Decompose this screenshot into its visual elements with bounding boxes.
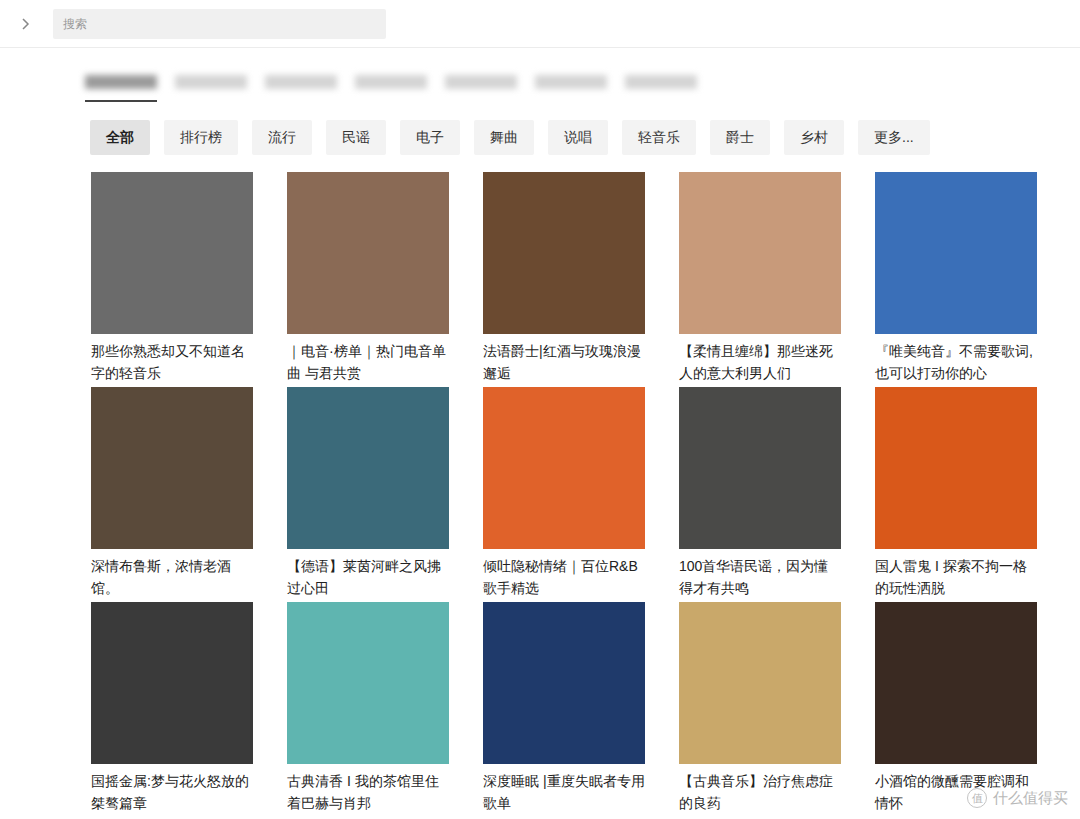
playlist-title[interactable]: 深情布鲁斯，浓情老酒馆。 xyxy=(91,555,253,599)
playlist-title[interactable]: 深度睡眠 |重度失眠者专用歌单 xyxy=(483,770,645,814)
playlist-title[interactable]: 『唯美纯音』不需要歌词,也可以打动你的心 xyxy=(875,340,1037,384)
category-pill[interactable]: 乡村 xyxy=(784,120,844,155)
playlist-cover[interactable] xyxy=(875,172,1037,334)
chevron-right-icon[interactable] xyxy=(20,17,32,31)
category-pill[interactable]: 说唱 xyxy=(548,120,608,155)
playlist-card[interactable]: 国摇金属:梦与花火怒放的桀骜篇章 xyxy=(91,602,253,814)
category-pill[interactable]: 爵士 xyxy=(710,120,770,155)
category-pill[interactable]: 更多... xyxy=(858,120,930,155)
playlist-title[interactable]: 古典清香 I 我的茶馆里住着巴赫与肖邦 xyxy=(287,770,449,814)
playlist-card[interactable]: ｜电音·榜单｜热门电音单曲 与君共赏 xyxy=(287,172,449,384)
playlist-cover[interactable] xyxy=(287,387,449,549)
playlist-card[interactable]: 100首华语民谣，因为懂得才有共鸣 xyxy=(679,387,841,599)
playlist-cover[interactable] xyxy=(287,172,449,334)
playlist-cover[interactable] xyxy=(91,602,253,764)
playlist-card[interactable]: 【德语】莱茵河畔之风拂过心田 xyxy=(287,387,449,599)
watermark-badge: 值 xyxy=(967,788,987,808)
tab[interactable] xyxy=(85,70,157,102)
tab[interactable] xyxy=(355,70,427,102)
category-pill[interactable]: 全部 xyxy=(90,120,150,155)
playlist-cover[interactable] xyxy=(875,387,1037,549)
playlist-card[interactable]: 古典清香 I 我的茶馆里住着巴赫与肖邦 xyxy=(287,602,449,814)
category-pill[interactable]: 轻音乐 xyxy=(622,120,696,155)
playlist-card[interactable]: 法语爵士|红酒与玫瑰浪漫邂逅 xyxy=(483,172,645,384)
playlist-card[interactable]: 【古典音乐】治疗焦虑症的良药 xyxy=(679,602,841,814)
top-bar: 搜索 xyxy=(0,0,1080,48)
playlist-title[interactable]: 法语爵士|红酒与玫瑰浪漫邂逅 xyxy=(483,340,645,384)
playlist-title[interactable]: 倾吐隐秘情绪｜百位R&B歌手精选 xyxy=(483,555,645,599)
playlist-title[interactable]: 国摇金属:梦与花火怒放的桀骜篇章 xyxy=(91,770,253,814)
watermark: 值什么值得买 xyxy=(967,787,1068,810)
playlist-cover[interactable] xyxy=(483,387,645,549)
playlist-card[interactable]: 【柔情且缠绵】那些迷死人的意大利男人们 xyxy=(679,172,841,384)
category-pill[interactable]: 流行 xyxy=(252,120,312,155)
playlist-card[interactable]: 倾吐隐秘情绪｜百位R&B歌手精选 xyxy=(483,387,645,599)
search-field[interactable]: 搜索 xyxy=(53,9,386,39)
playlist-cover[interactable] xyxy=(483,172,645,334)
playlist-card[interactable]: 小酒馆的微醺需要腔调和情怀 xyxy=(875,602,1037,814)
playlist-card[interactable]: 那些你熟悉却又不知道名字的轻音乐 xyxy=(91,172,253,384)
playlist-grid: 那些你熟悉却又不知道名字的轻音乐 ｜电音·榜单｜热门电音单曲 与君共赏法语爵士|红… xyxy=(0,172,1080,814)
category-pill[interactable]: 排行榜 xyxy=(164,120,238,155)
playlist-cover[interactable] xyxy=(875,602,1037,764)
category-pill[interactable]: 民谣 xyxy=(326,120,386,155)
tab[interactable] xyxy=(175,70,247,102)
watermark-text: 什么值得买 xyxy=(993,787,1068,810)
playlist-cover[interactable] xyxy=(91,387,253,549)
category-pill[interactable]: 电子 xyxy=(400,120,460,155)
playlist-title[interactable]: 那些你熟悉却又不知道名字的轻音乐 xyxy=(91,340,253,384)
music-browser: 搜索全部排行榜流行民谣电子舞曲说唱轻音乐爵士乡村更多... 那些你熟悉却又不知道名… xyxy=(0,0,1080,819)
tab[interactable] xyxy=(535,70,607,102)
playlist-cover[interactable] xyxy=(483,602,645,764)
playlist-card[interactable]: 深度睡眠 |重度失眠者专用歌单 xyxy=(483,602,645,814)
playlist-title[interactable]: 【古典音乐】治疗焦虑症的良药 xyxy=(679,770,841,814)
playlist-title[interactable]: 100首华语民谣，因为懂得才有共鸣 xyxy=(679,555,841,599)
playlist-card[interactable]: 国人雷鬼 I 探索不拘一格的玩性洒脱 xyxy=(875,387,1037,599)
playlist-cover[interactable] xyxy=(679,387,841,549)
tab-bar xyxy=(0,70,1080,102)
playlist-cover[interactable] xyxy=(679,602,841,764)
tab[interactable] xyxy=(625,70,697,102)
playlist-cover[interactable] xyxy=(679,172,841,334)
playlist-card[interactable]: 深情布鲁斯，浓情老酒馆。 xyxy=(91,387,253,599)
category-bar: 全部排行榜流行民谣电子舞曲说唱轻音乐爵士乡村更多... xyxy=(0,120,1080,155)
playlist-title[interactable]: 【德语】莱茵河畔之风拂过心田 xyxy=(287,555,449,599)
category-pill[interactable]: 舞曲 xyxy=(474,120,534,155)
playlist-cover[interactable] xyxy=(91,172,253,334)
tab[interactable] xyxy=(265,70,337,102)
playlist-title[interactable]: 国人雷鬼 I 探索不拘一格的玩性洒脱 xyxy=(875,555,1037,599)
playlist-title[interactable]: 【柔情且缠绵】那些迷死人的意大利男人们 xyxy=(679,340,841,384)
playlist-cover[interactable] xyxy=(287,602,449,764)
playlist-title[interactable]: ｜电音·榜单｜热门电音单曲 与君共赏 xyxy=(287,340,449,384)
tab[interactable] xyxy=(445,70,517,102)
playlist-card[interactable]: 『唯美纯音』不需要歌词,也可以打动你的心 xyxy=(875,172,1037,384)
